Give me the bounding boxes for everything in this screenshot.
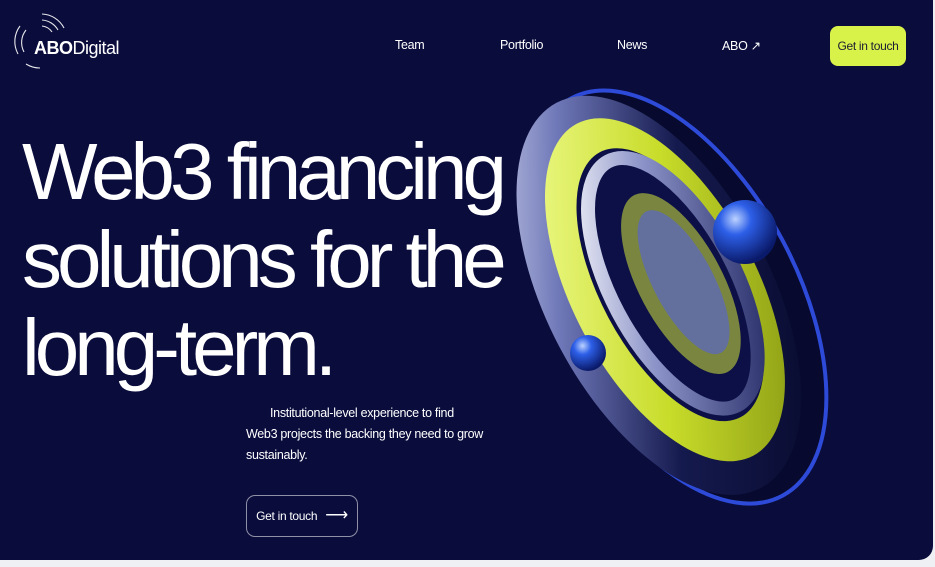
headline-line-2: solutions for the — [22, 215, 507, 304]
hero-cta-label: Get in touch — [256, 509, 318, 523]
header-get-in-touch-button[interactable]: Get in touch — [830, 26, 906, 66]
headline-line-3: long-term. — [22, 303, 337, 392]
hero-headline: Web3 financing solutions for the long-te… — [22, 127, 507, 392]
logo-bold: ABO — [34, 38, 73, 58]
hero-subtext: Institutional-level experience to find W… — [246, 406, 484, 462]
hero-section: ABODigital Team Portfolio News ABO ↗ Get… — [0, 0, 933, 560]
logo-text: ABODigital — [34, 38, 120, 59]
hero-get-in-touch-button[interactable]: Get in touch ⟶ — [246, 495, 358, 537]
nav-team[interactable]: Team — [395, 38, 425, 52]
arrow-right-icon: ⟶ — [325, 507, 348, 524]
logo[interactable]: ABODigital — [12, 10, 122, 70]
hero-ring-artwork — [516, 88, 829, 506]
headline-line-1: Web3 financing — [22, 127, 507, 216]
logo-light: Digital — [72, 38, 120, 58]
